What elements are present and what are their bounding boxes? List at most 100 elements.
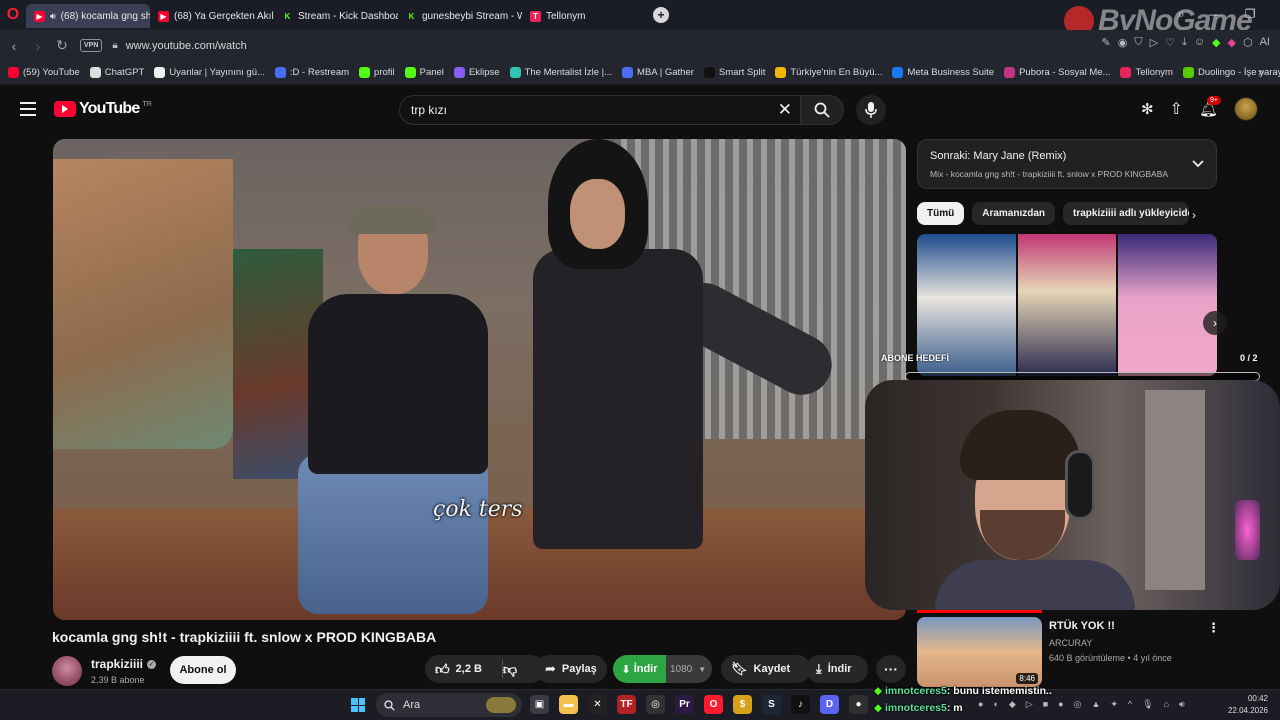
file-explorer-icon[interactable]: ▬ [559,695,578,714]
extension-pink-icon[interactable]: ◆ [1228,36,1236,49]
taskbar-search[interactable]: Ara [376,693,522,717]
bookmarks-overflow-icon[interactable]: » [1258,67,1264,79]
new-tab-button[interactable]: + [653,7,669,23]
bookmark-item[interactable]: :D - Restream [274,67,349,78]
notifications-icon[interactable]: 🔔︎ 9+ [1199,96,1221,118]
bookmark-item[interactable]: Duolingo - İşe yaray... [1182,67,1280,78]
reload-icon[interactable]: ↻ [50,37,74,54]
network-icon[interactable]: ⌂ [1164,699,1169,710]
mix-thumbnail-2[interactable] [1017,234,1117,376]
extension-kick-icon[interactable]: ◆ [1212,36,1220,49]
download-icon[interactable]: ⤓ [1182,36,1187,49]
bookmark-item[interactable]: Türkiye'nin En Büyü... [775,67,882,78]
chip-from-search[interactable]: Aramanızdan [972,202,1056,225]
search-button[interactable] [800,95,844,125]
taskbar-clock[interactable]: 00:42 22.04.2026 [1228,693,1268,717]
opera-icon[interactable]: O [704,695,723,714]
more-actions-button[interactable]: ··· [876,655,906,683]
more-vertical-icon[interactable]: ⋮ [1207,620,1220,636]
up-next-panel[interactable]: Sonraki: Mary Jane (Remix) Mix - kocamla… [917,139,1217,189]
bookmark-item[interactable]: Smart Split [703,67,765,78]
edit-icon[interactable]: ✎ [1102,36,1111,49]
bookmark-item[interactable]: Tellonym [1120,67,1173,78]
bookmark-item[interactable]: Eklipse [453,67,500,78]
tray-app-7-icon[interactable]: ◎ [1074,699,1082,710]
bookmark-item[interactable]: Meta Business Suite [892,67,994,78]
chevron-right-icon[interactable]: › [1192,208,1196,222]
mix-thumbnail-3[interactable] [1118,234,1217,376]
tab-kick-dashboard[interactable]: K Stream - Kick Dashboard [274,4,398,28]
opera-logo-icon[interactable]: O [0,0,26,30]
download-extension-button[interactable]: ⬇ İndir [613,655,666,683]
play-icon[interactable]: ▷ [1150,36,1158,49]
recommended-thumbnail[interactable]: 8:46 [917,617,1042,687]
voice-search-button[interactable] [856,95,886,125]
steam-icon[interactable]: S [762,695,781,714]
mix-thumbnails[interactable] [917,234,1217,376]
obs-icon[interactable]: ● [849,695,868,714]
capcut-icon[interactable]: ✕ [588,695,607,714]
volume-icon[interactable]: 🔊︎ [1179,699,1185,710]
tab-kick-stream[interactable]: K gunesbeybi Stream - Wat [398,4,522,28]
chip-all[interactable]: Tümü [917,202,965,225]
tray-chevron-icon[interactable]: ^ [1128,699,1132,710]
bookmark-item[interactable]: Pubora - Sosyal Me... [1004,67,1110,78]
camera-icon[interactable]: ◉ [1118,36,1128,49]
tiktok-icon[interactable]: ♪ [791,695,810,714]
recommended-title[interactable]: RTÜk YOK !! [1049,620,1115,632]
shield-icon[interactable]: ⛉ [1134,36,1142,49]
microphone-icon[interactable]: 🎙︎ [1142,699,1153,710]
dislike-button[interactable]: 👎︎ [496,655,524,683]
tray-app-9-icon[interactable]: ✦ [1110,699,1118,710]
account-avatar[interactable] [1234,97,1258,121]
chevron-down-icon[interactable] [1192,155,1204,173]
share-button[interactable]: ➦ Paylaş [535,655,607,683]
back-icon[interactable]: ‹ [2,38,26,54]
coin-app-icon[interactable]: $ [733,695,752,714]
windows-start-icon[interactable] [351,698,365,712]
like-count[interactable]: 2,2 B [456,663,482,675]
discord-icon[interactable]: D [820,695,839,714]
chatgpt-icon[interactable]: ◎ [646,695,665,714]
ai-button[interactable]: AI [1260,36,1270,49]
bookmark-item[interactable]: MBA | Gather [622,67,694,78]
tf-app-icon[interactable]: TF [617,695,636,714]
chip-from-uploader[interactable]: trapkiziiii adlı yükleyiciden [1063,202,1190,225]
channel-avatar[interactable] [52,656,82,686]
tray-app-6-icon[interactable]: ● [1058,699,1063,710]
vpn-badge[interactable]: VPN [80,39,103,52]
extension-cube-icon[interactable]: ⬡ [1243,36,1253,49]
channel-name[interactable]: trapkiziiii ✓ [91,657,157,671]
quality-select[interactable]: 1080 ▼ [666,655,712,683]
tab-youtube-2[interactable]: ▶ (68) Ya Gerçekten Akıllıysa [150,4,274,28]
bookmark-item[interactable]: profil [359,67,395,78]
save-button[interactable]: 🔖︎ Kaydet [721,655,811,683]
like-icon[interactable]: 👍︎ [435,661,450,678]
forward-icon[interactable]: › [26,38,50,54]
upload-icon[interactable]: ⇧ [1170,99,1183,119]
bookmark-item[interactable]: Panel [404,67,444,78]
extension-puzzle-icon[interactable]: ✻ [1141,100,1154,118]
bookmark-item[interactable]: The Mentalist İzle |... [509,67,612,78]
video-player[interactable]: çok ters [53,139,906,620]
youtube-logo[interactable]: YouTube TR [54,100,152,118]
profile-icon[interactable]: ☺ [1194,36,1205,49]
search-input[interactable]: trp kızı ✕ [399,95,801,125]
thumbnails-next-icon[interactable]: › [1203,311,1227,335]
tab-tellonym[interactable]: T Tellonym [522,4,648,28]
download-button[interactable]: ⤓ İndir [806,655,868,683]
bookmark-item[interactable]: Uyanlar | Yayınını gü... [154,67,265,78]
clear-search-icon[interactable]: ✕ [778,100,792,120]
tray-app-8-icon[interactable]: ▲ [1091,699,1100,710]
tab-youtube-active[interactable]: ▶ 🔊︎ (68) kocamla gng sh!t [26,4,150,28]
url-field[interactable]: www.youtube.com/watch [126,40,247,52]
bookmark-item[interactable]: (59) YouTube [8,67,80,78]
premiere-icon[interactable]: Pr [675,695,694,714]
menu-icon[interactable] [20,102,36,116]
recommended-channel[interactable]: ARCURAY [1049,638,1092,648]
bookmark-item[interactable]: ChatGPT [89,67,144,78]
subscribe-button[interactable]: Abone ol [170,656,236,684]
dislike-icon: 👎︎ [502,660,518,677]
heart-icon[interactable]: ♡ [1165,36,1175,49]
task-view-icon[interactable]: ▣ [530,695,549,714]
